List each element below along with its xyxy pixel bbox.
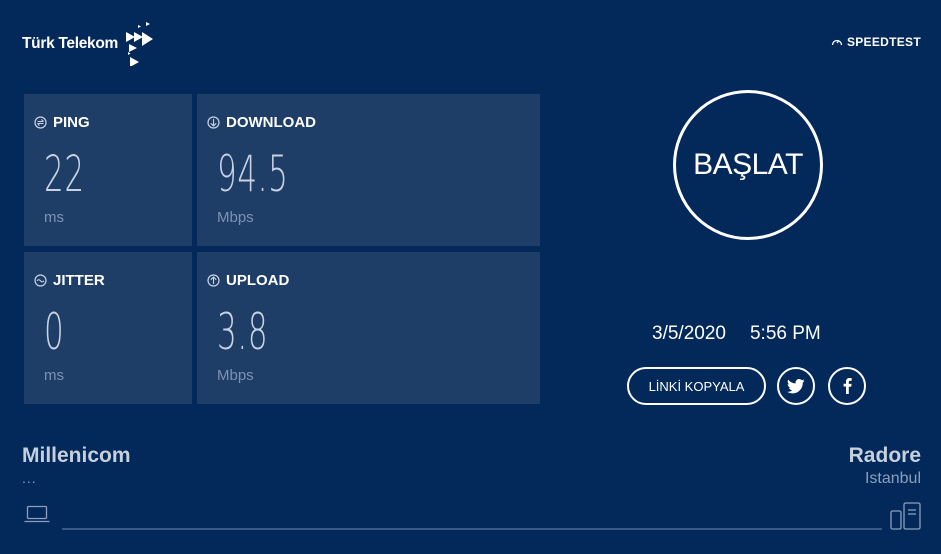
upload-arrow-icon (207, 274, 220, 287)
ping-header: PING (34, 114, 90, 131)
server-icon (890, 502, 921, 530)
speedometer-icon (831, 39, 843, 46)
twitter-share-button[interactable] (777, 367, 815, 405)
isp-name: Millenicom (22, 444, 131, 467)
copy-link-button[interactable]: LİNKİ KOPYALA (627, 367, 766, 405)
isp-ip-placeholder: ... (22, 470, 37, 486)
facebook-share-button[interactable] (828, 367, 866, 405)
upload-header: UPLOAD (207, 272, 289, 289)
ping-value: 22 (44, 145, 85, 203)
jitter-icon (34, 274, 47, 287)
upload-value: 3.8 (217, 303, 269, 361)
jitter-value: 0 (44, 303, 65, 361)
ping-icon (34, 116, 47, 129)
speedtest-label: SPEEDTEST (846, 35, 921, 49)
start-button-label: BAŞLAT (693, 148, 803, 181)
result-datetime: 3/5/2020 5:56 PM (652, 323, 821, 345)
result-time: 5:56 PM (749, 323, 821, 344)
upload-label: UPLOAD (226, 272, 290, 289)
connection-progress-track (62, 528, 882, 530)
jitter-card: JITTER 0 ms (24, 252, 192, 404)
jitter-unit: ms (44, 367, 64, 384)
laptop-icon (24, 505, 50, 523)
speedtest-brand: SPEEDTEST (831, 35, 921, 49)
ping-unit: ms (44, 209, 64, 226)
jitter-header: JITTER (34, 272, 105, 289)
download-arrow-icon (207, 116, 220, 129)
ping-card: PING 22 ms (24, 94, 192, 246)
download-value: 94.5 (217, 145, 289, 203)
start-button[interactable]: BAŞLAT (673, 90, 823, 240)
server-name: Radore (848, 444, 921, 467)
copy-link-label: LİNKİ KOPYALA (648, 378, 745, 394)
logo-text: Türk Telekom (22, 35, 119, 52)
server-location: Istanbul (864, 470, 921, 487)
facebook-icon (843, 378, 852, 394)
logo-arrows-icon (126, 22, 153, 66)
ping-label: PING (53, 114, 90, 131)
download-label: DOWNLOAD (226, 114, 316, 131)
twitter-icon (787, 378, 805, 393)
download-header: DOWNLOAD (207, 114, 316, 131)
jitter-label: JITTER (53, 272, 105, 289)
download-unit: Mbps (217, 209, 254, 226)
upload-unit: Mbps (217, 367, 254, 384)
upload-card: UPLOAD 3.8 Mbps (197, 252, 540, 404)
download-card: DOWNLOAD 94.5 Mbps (197, 94, 540, 246)
result-date: 3/5/2020 (652, 323, 726, 344)
